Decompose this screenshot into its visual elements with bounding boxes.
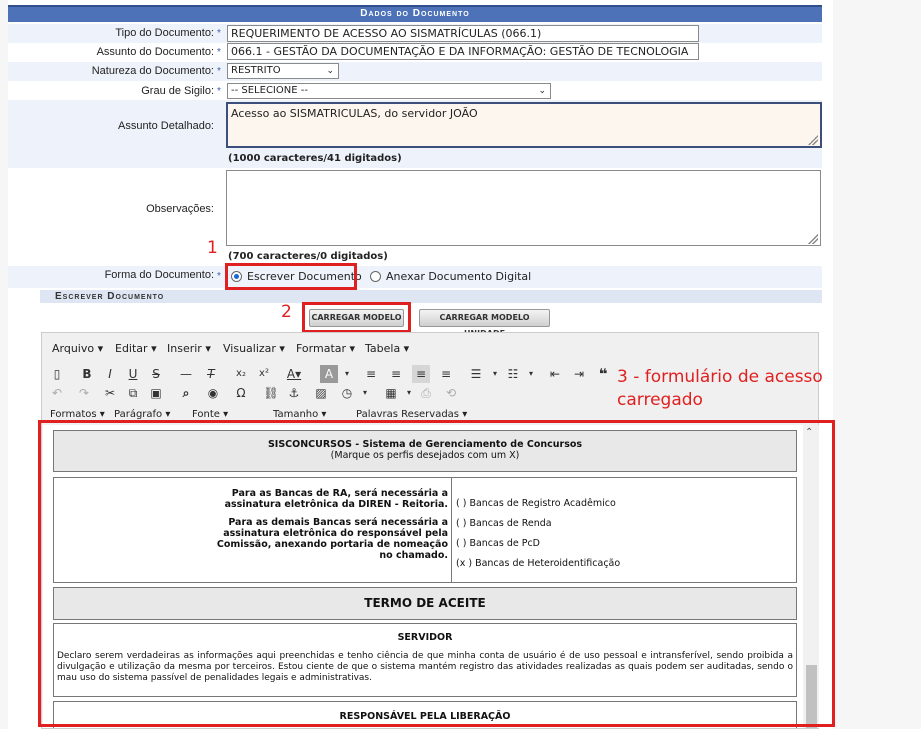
- datetime-icon[interactable]: ◷: [338, 384, 356, 402]
- background-color-icon[interactable]: A: [320, 365, 338, 383]
- highlight-box-1: [225, 263, 357, 290]
- link-icon[interactable]: ⛓: [262, 384, 280, 402]
- chevron-down-icon: ⌄: [538, 86, 546, 96]
- observacoes-textarea[interactable]: [226, 170, 821, 246]
- dropdown-arrow-icon[interactable]: ▾: [486, 365, 504, 383]
- text-color-icon[interactable]: A▾: [285, 365, 303, 383]
- format-formatos[interactable]: Formatos ▾: [50, 409, 105, 420]
- grau-sigilo-select[interactable]: -- SELECIONE -- ⌄: [227, 83, 551, 99]
- tipo-documento-input[interactable]: REQUERIMENTO DE ACESSO AO SISMATRÍCULAS …: [227, 25, 699, 42]
- dropdown-arrow-icon[interactable]: ▾: [400, 384, 418, 402]
- copy-icon[interactable]: ⧉: [124, 384, 142, 402]
- preview-icon[interactable]: ◉: [204, 384, 222, 402]
- editor-menubar: Arquivo ▾ Editar ▾ Inserir ▾ Visualizar …: [42, 333, 818, 361]
- superscript-icon[interactable]: x²: [255, 365, 273, 383]
- label-assunto-detalhado: Assunto Detalhado:: [117, 120, 214, 132]
- bullet-list-icon[interactable]: ☰: [467, 365, 485, 383]
- resize-grip-icon[interactable]: [808, 135, 818, 145]
- annotation-2: 2: [281, 302, 292, 322]
- dropdown-arrow-icon[interactable]: ▾: [356, 384, 374, 402]
- anchor-icon[interactable]: ⚓: [285, 384, 303, 402]
- assunto-documento-input[interactable]: 066.1 - GESTÃO DA DOCUMENTAÇÃO E DA INFO…: [227, 43, 699, 60]
- label-forma: Forma do Documento:: [104, 269, 214, 281]
- label-assunto: Assunto do Documento:: [96, 46, 214, 58]
- label-observacoes: Observações:: [146, 203, 214, 215]
- menu-formatar[interactable]: Formatar ▾: [296, 342, 355, 355]
- format-palavras-reservadas[interactable]: Palavras Reservadas ▾: [356, 409, 467, 420]
- label-tipo: Tipo do Documento:: [115, 27, 214, 39]
- label-sigilo: Grau de Sigilo:: [141, 85, 214, 97]
- annotation-1: 1: [207, 238, 218, 258]
- assunto-detalhado-counter: (1000 caracteres/41 digitados): [228, 153, 402, 164]
- bold-icon[interactable]: B: [78, 365, 96, 383]
- required-mark-sigilo: *: [217, 86, 221, 97]
- menu-arquivo[interactable]: Arquivo ▾: [52, 342, 103, 355]
- align-justify-icon[interactable]: ≡: [437, 365, 455, 383]
- natureza-value: RESTRITO: [231, 65, 281, 76]
- grau-sigilo-value: -- SELECIONE --: [231, 85, 308, 96]
- required-mark-assunto: *: [217, 47, 221, 58]
- subscript-icon[interactable]: x₂: [232, 365, 250, 383]
- label-natureza: Natureza do Documento:: [91, 65, 214, 77]
- highlight-box-3: [38, 420, 835, 727]
- format-paragrafo[interactable]: Parágrafo ▾: [114, 409, 170, 420]
- strikethrough-icon[interactable]: S: [147, 365, 165, 383]
- special-char-icon[interactable]: Ω: [232, 384, 250, 402]
- align-center-icon[interactable]: ≡: [387, 365, 405, 383]
- image-icon[interactable]: ▨: [312, 384, 330, 402]
- assunto-detalhado-text: Acesso ao SISMATRICULAS, do servidor JOÃ…: [231, 107, 478, 120]
- annotation-3: 3 - formulário de acesso carregado: [617, 367, 823, 410]
- menu-visualizar[interactable]: Visualizar ▾: [223, 342, 285, 355]
- blockquote-icon[interactable]: ❝: [594, 365, 612, 383]
- find-replace-icon[interactable]: ⌕: [177, 384, 195, 402]
- italic-icon[interactable]: I: [101, 365, 119, 383]
- paste-icon[interactable]: ▣: [147, 384, 165, 402]
- history-icon[interactable]: ⟲: [442, 384, 460, 402]
- new-document-icon[interactable]: ▯: [48, 365, 66, 383]
- required-mark-tipo: *: [217, 28, 221, 39]
- highlight-box-2: [302, 302, 411, 333]
- resize-grip-icon[interactable]: [808, 234, 818, 244]
- underline-icon[interactable]: U: [124, 365, 142, 383]
- menu-inserir[interactable]: Inserir ▾: [167, 342, 211, 355]
- dropdown-arrow-icon[interactable]: ▾: [522, 365, 540, 383]
- required-mark-natureza: *: [217, 66, 221, 77]
- align-right-icon[interactable]: ≡: [412, 365, 430, 383]
- label-anexar-documento[interactable]: Anexar Documento Digital: [386, 270, 531, 283]
- print-icon[interactable]: ⎙: [417, 384, 435, 402]
- undo-icon[interactable]: ↶: [48, 384, 66, 402]
- required-mark-forma: *: [217, 271, 221, 282]
- chevron-down-icon: ⌄: [326, 66, 334, 76]
- align-left-icon[interactable]: ≡: [362, 365, 380, 383]
- outdent-icon[interactable]: ⇤: [546, 365, 564, 383]
- menu-tabela[interactable]: Tabela ▾: [365, 342, 409, 355]
- redo-icon[interactable]: ↷: [75, 384, 93, 402]
- clear-format-icon[interactable]: T̶: [202, 365, 220, 383]
- observacoes-counter: (700 caracteres/0 digitados): [228, 251, 388, 262]
- subsection-escrever-documento: Escrever Documento: [40, 290, 822, 303]
- section-title-dados-documento: Dados do Documento: [8, 5, 822, 22]
- horizontal-rule-icon[interactable]: —: [177, 365, 195, 383]
- page-left-margin: [0, 0, 8, 729]
- format-tamanho[interactable]: Tamanho ▾: [273, 409, 326, 420]
- format-fonte[interactable]: Fonte ▾: [192, 409, 228, 420]
- carregar-modelo-unidade-button[interactable]: CARREGAR MODELO UNIDADE: [419, 309, 550, 338]
- dropdown-arrow-icon[interactable]: ▾: [338, 365, 356, 383]
- menu-editar[interactable]: Editar ▾: [115, 342, 157, 355]
- table-icon[interactable]: ▦: [382, 384, 400, 402]
- numbered-list-icon[interactable]: ☷: [504, 365, 522, 383]
- radio-anexar-documento[interactable]: [370, 271, 381, 282]
- indent-icon[interactable]: ⇥: [570, 365, 588, 383]
- cut-icon[interactable]: ✂: [101, 384, 119, 402]
- natureza-select[interactable]: RESTRITO ⌄: [227, 63, 339, 79]
- assunto-detalhado-textarea[interactable]: Acesso ao SISMATRICULAS, do servidor JOÃ…: [226, 102, 822, 148]
- page-right-margin: [833, 0, 921, 729]
